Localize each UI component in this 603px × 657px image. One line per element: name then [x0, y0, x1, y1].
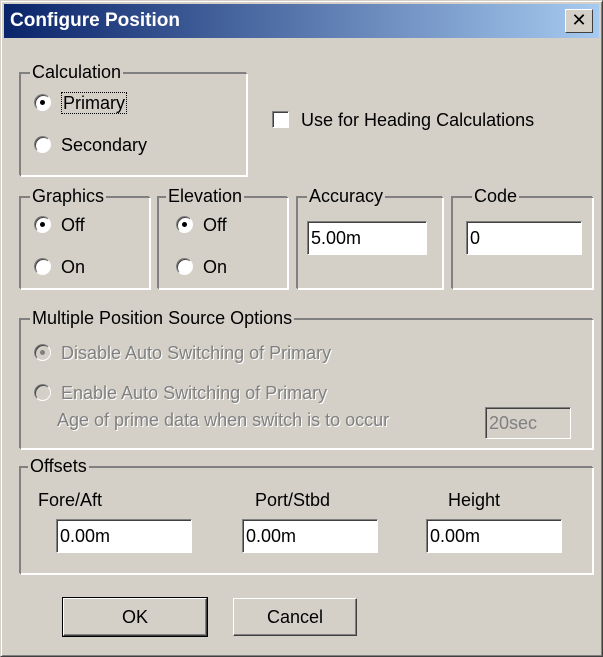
close-icon: ✕: [571, 10, 587, 31]
code-legend: Code: [472, 185, 520, 207]
elevation-on-label: On: [203, 257, 228, 277]
code-input[interactable]: [466, 221, 582, 255]
radio-graphics-off[interactable]: [34, 215, 51, 233]
multiple-source-legend: Multiple Position Source Options: [30, 307, 295, 329]
radio-primary[interactable]: [34, 93, 51, 111]
elevation-legend: Elevation: [166, 185, 245, 207]
radio-elevation-off[interactable]: [176, 215, 193, 233]
radio-secondary[interactable]: [34, 135, 51, 153]
age-prime-data-input[interactable]: [485, 407, 571, 439]
graphics-on-label: On: [61, 257, 86, 277]
disable-auto-switching-option[interactable]: Disable Auto Switching of Primary: [34, 341, 331, 365]
offsets-group: Offsets Fore/Aft Port/Stbd Height: [20, 455, 593, 574]
radio-graphics-on[interactable]: [34, 257, 51, 275]
graphics-group: Graphics Off On: [20, 185, 150, 289]
calculation-primary-option[interactable]: Primary: [34, 91, 127, 115]
ok-button[interactable]: OK: [62, 597, 208, 637]
fore-aft-label: Fore/Aft: [38, 490, 103, 510]
code-group: Code: [452, 185, 593, 289]
radio-elevation-on[interactable]: [176, 257, 193, 275]
accuracy-input[interactable]: [307, 221, 427, 255]
calculation-legend: Calculation: [30, 61, 124, 83]
multiple-source-group: Multiple Position Source Options Disable…: [20, 307, 593, 449]
elevation-group: Elevation Off On: [158, 185, 288, 289]
window-title: Configure Position: [10, 10, 180, 31]
configure-position-dialog: Configure Position ✕ Calculation Primary…: [0, 0, 603, 657]
heading-calculations-checkbox[interactable]: [272, 110, 289, 128]
height-label: Height: [448, 490, 501, 510]
elevation-on-option[interactable]: On: [176, 255, 227, 279]
heading-calculations-label: Use for Heading Calculations: [301, 110, 535, 130]
calculation-primary-label: Primary: [61, 92, 127, 114]
radio-enable-auto-switching[interactable]: [34, 383, 51, 401]
offsets-legend: Offsets: [28, 455, 89, 477]
height-input[interactable]: [426, 519, 562, 553]
enable-auto-switching-option[interactable]: Enable Auto Switching of Primary: [34, 381, 327, 405]
enable-auto-switching-label: Enable Auto Switching of Primary: [61, 383, 328, 403]
calculation-secondary-option[interactable]: Secondary: [34, 133, 147, 157]
port-stbd-input[interactable]: [242, 519, 378, 553]
cancel-button[interactable]: Cancel: [233, 598, 357, 636]
graphics-on-option[interactable]: On: [34, 255, 85, 279]
graphics-legend: Graphics: [30, 185, 107, 207]
calculation-group: Calculation Primary Secondary: [20, 61, 247, 176]
elevation-off-label: Off: [203, 215, 227, 235]
age-prime-data-label: Age of prime data when switch is to occu…: [57, 410, 390, 430]
radio-disable-auto-switching[interactable]: [34, 343, 51, 361]
calculation-secondary-label: Secondary: [61, 135, 148, 155]
graphics-off-label: Off: [61, 215, 85, 235]
accuracy-group: Accuracy: [297, 185, 443, 289]
fore-aft-input[interactable]: [56, 519, 192, 553]
heading-calculations-option[interactable]: Use for Heading Calculations: [272, 108, 534, 132]
port-stbd-label: Port/Stbd: [255, 490, 331, 510]
close-button[interactable]: ✕: [565, 9, 593, 33]
graphics-off-option[interactable]: Off: [34, 213, 85, 237]
accuracy-legend: Accuracy: [307, 185, 386, 207]
elevation-off-option[interactable]: Off: [176, 213, 227, 237]
title-bar[interactable]: Configure Position ✕: [4, 4, 599, 38]
disable-auto-switching-label: Disable Auto Switching of Primary: [61, 343, 332, 363]
